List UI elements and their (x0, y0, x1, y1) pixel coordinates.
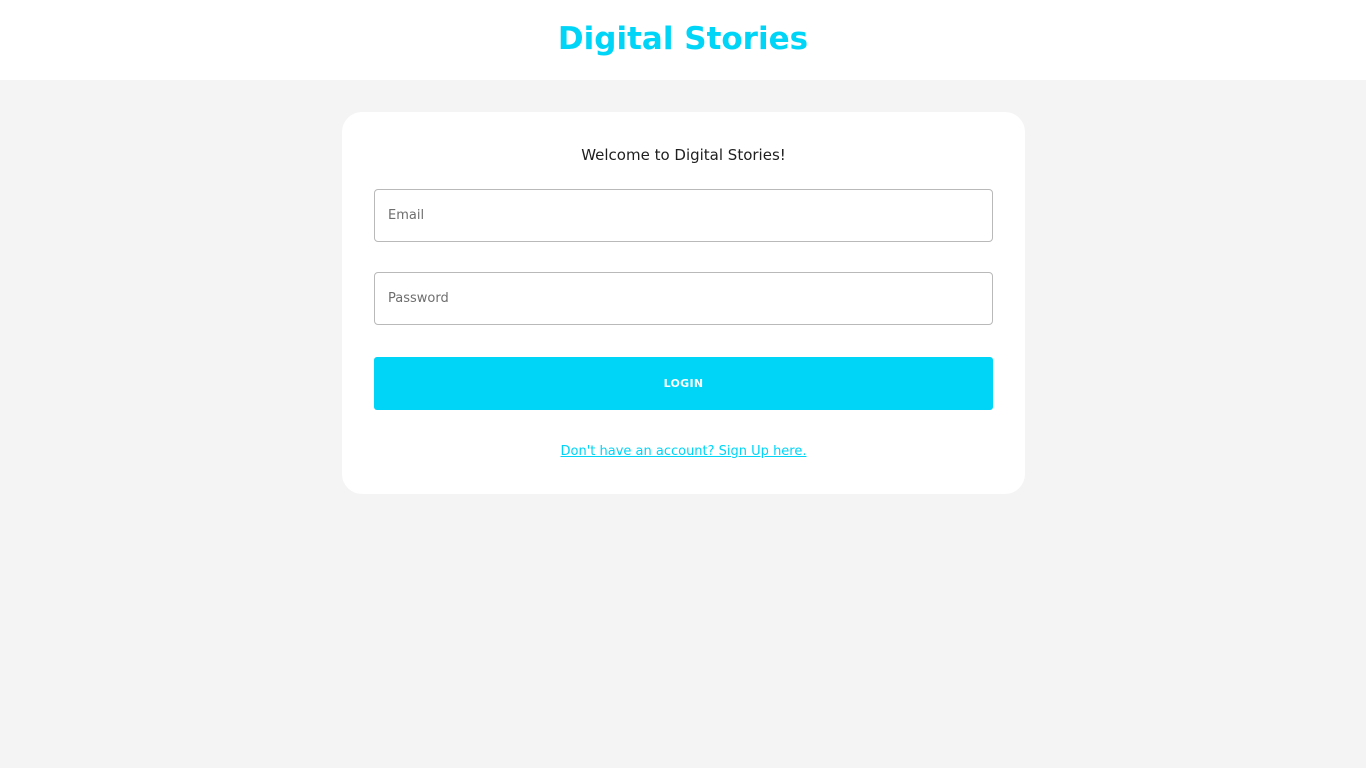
welcome-heading: Welcome to Digital Stories! (581, 146, 786, 164)
app-header: Digital Stories (0, 0, 1366, 80)
password-input[interactable] (374, 272, 993, 325)
main-area: Welcome to Digital Stories! LOGIN Don't … (0, 80, 1366, 768)
signup-prompt: Don't have an account? Sign Up here. (342, 443, 1025, 461)
email-input[interactable] (374, 189, 993, 242)
signup-link[interactable]: Don't have an account? Sign Up here. (560, 444, 806, 459)
login-button[interactable]: LOGIN (374, 357, 993, 410)
brand-title: Digital Stories (557, 20, 809, 57)
login-card: Welcome to Digital Stories! LOGIN Don't … (342, 112, 1025, 494)
